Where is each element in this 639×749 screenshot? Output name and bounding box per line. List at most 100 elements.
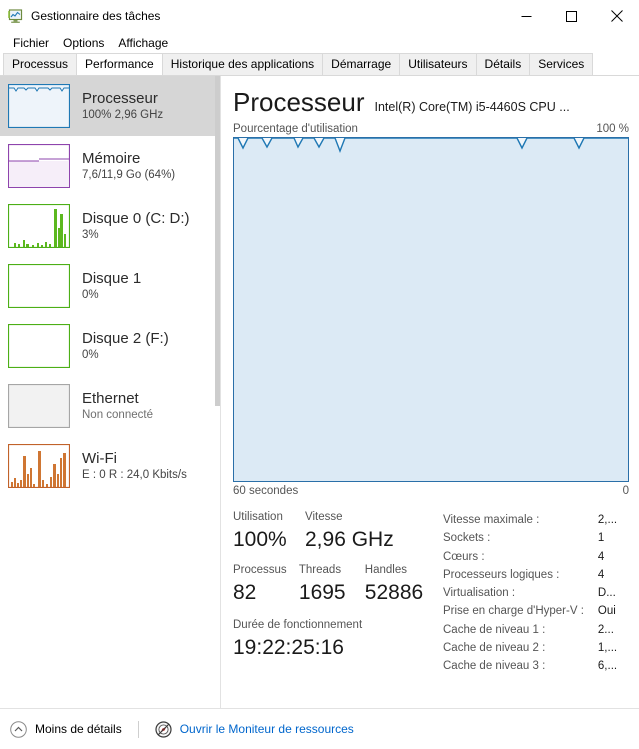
close-button[interactable] (594, 0, 639, 32)
page-title: Processeur (233, 87, 365, 117)
sidebar-item-texts: Ethernet Non connecté (82, 389, 153, 423)
spec-row: Sockets : 1 (443, 529, 630, 547)
stat-vitesse: Vitesse 2,96 GHz (305, 509, 425, 554)
stats-row-counts: Processus 82 Threads 1695 Handles 52886 (233, 562, 438, 607)
menu-item-affichage[interactable]: Affichage (111, 34, 175, 52)
stat-label: Handles (364, 564, 407, 576)
tab-services[interactable]: Services (529, 53, 594, 75)
sidebar-item-sub: E : 0 R : 24,0 Kbits/s (82, 469, 187, 481)
disk2-thumbnail-icon (8, 324, 70, 368)
stat-processus: Processus 82 (233, 562, 299, 607)
sidebar-scrollbar[interactable] (215, 76, 220, 708)
spec-value: 2,... (597, 514, 618, 526)
content-area: Processeur 100% 2,96 GHz Mémoire 7,6/11,… (0, 76, 639, 708)
statusbar-divider (137, 720, 139, 738)
sidebar-item-sub: 0% (82, 349, 99, 361)
titlebar: Gestionnaire des tâches (0, 0, 639, 32)
disk1-thumbnail-icon (8, 264, 70, 308)
resource-monitor-icon[interactable] (155, 720, 172, 738)
sidebar-item-sub: 7,6/11,9 Go (64%) (82, 169, 176, 181)
chevron-up-circle-icon[interactable] (10, 720, 27, 738)
spec-row: Prise en charge d'Hyper-V : Oui (443, 602, 630, 620)
stat-threads: Threads 1695 (299, 562, 365, 607)
sidebar-item-memoire[interactable]: Mémoire 7,6/11,9 Go (64%) (0, 136, 220, 196)
sidebar-item-wifi[interactable]: Wi-Fi E : 0 R : 24,0 Kbits/s (0, 436, 220, 496)
stat-uptime: Durée de fonctionnement 19:22:25:16 (233, 617, 438, 662)
open-resource-monitor-link[interactable]: Ouvrir le Moniteur de ressources (180, 722, 354, 736)
cpu-usage-graph (233, 137, 629, 482)
stats-row-usage: Utilisation 100% Vitesse 2,96 GHz (233, 509, 438, 554)
tab-details[interactable]: Détails (475, 53, 531, 75)
cpu-thumbnail-icon (8, 84, 70, 128)
sidebar-item-disque-0[interactable]: Disque 0 (C: D:) 3% (0, 196, 220, 256)
tab-utilisateurs[interactable]: Utilisateurs (399, 53, 477, 75)
stat-value: 1695 (298, 581, 346, 604)
stat-label: Durée de fonctionnement (233, 619, 363, 631)
sidebar-item-sub: 3% (82, 229, 99, 241)
wifi-thumbnail-icon (8, 444, 70, 488)
spec-value: 6,... (597, 660, 618, 673)
sidebar-item-sub: Non connecté (82, 409, 153, 421)
resource-sidebar: Processeur 100% 2,96 GHz Mémoire 7,6/11,… (0, 76, 221, 708)
stat-value: 19:22:25:16 (233, 636, 344, 659)
spec-value: 1 (597, 532, 605, 545)
stat-label: Processus (233, 564, 287, 576)
maximize-button[interactable] (549, 0, 594, 32)
toggle-details-label[interactable]: Moins de détails (35, 722, 122, 736)
tab-processus[interactable]: Processus (3, 53, 78, 75)
tab-demarrage[interactable]: Démarrage (322, 53, 401, 75)
graph-axis-label: Pourcentage d'utilisation (233, 123, 358, 135)
menu-item-options[interactable]: Options (56, 34, 111, 52)
sidebar-scrollbar-thumb[interactable] (215, 76, 220, 406)
menu-item-fichier[interactable]: Fichier (6, 34, 56, 52)
tab-historique-applications[interactable]: Historique des applications (161, 53, 324, 75)
spec-row: Cache de niveau 1 : 2... (443, 621, 630, 639)
sidebar-item-texts: Disque 0 (C: D:) 3% (82, 209, 190, 243)
stat-value: 82 (233, 581, 257, 604)
sidebar-item-title: Disque 2 (F:) (82, 330, 169, 347)
spec-label: Vitesse maximale : (443, 514, 540, 526)
graph-time-span-label: 60 secondes (233, 485, 299, 497)
spec-label: Cache de niveau 3 : (443, 660, 546, 673)
cpu-model-label: Intel(R) Core(TM) i5-4460S CPU ... (374, 100, 570, 114)
sidebar-item-texts: Wi-Fi E : 0 R : 24,0 Kbits/s (82, 449, 187, 483)
sidebar-item-title: Mémoire (82, 150, 141, 167)
stat-utilisation: Utilisation 100% (233, 509, 305, 554)
sidebar-item-title: Wi-Fi (82, 450, 117, 467)
tab-performance[interactable]: Performance (76, 53, 163, 75)
stats-area: Utilisation 100% Vitesse 2,96 GHz Proces… (233, 509, 629, 676)
minimize-button[interactable] (504, 0, 549, 32)
sidebar-item-processeur[interactable]: Processeur 100% 2,96 GHz (0, 76, 220, 136)
sidebar-item-ethernet[interactable]: Ethernet Non connecté (0, 376, 220, 436)
stat-value: 100% (233, 528, 287, 551)
spec-label: Prise en charge d'Hyper-V : (443, 605, 584, 618)
cpu-specs-list: Vitesse maximale : 2,... Sockets : 1 Cœu… (438, 509, 630, 676)
window-title: Gestionnaire des tâches (31, 9, 161, 23)
spec-row: Processeurs logiques : 4 (443, 566, 630, 584)
spec-value: Oui (597, 605, 616, 618)
spec-label: Virtualisation : (443, 587, 516, 600)
sidebar-item-texts: Mémoire 7,6/11,9 Go (64%) (82, 149, 175, 183)
cpu-usage-trace (234, 138, 628, 481)
sidebar-item-title: Ethernet (82, 390, 139, 407)
ethernet-thumbnail-icon (8, 384, 70, 428)
spec-value: 1,... (597, 642, 618, 655)
statusbar: Moins de détails Ouvrir le Moniteur de r… (0, 708, 639, 749)
sidebar-item-disque-1[interactable]: Disque 1 0% (0, 256, 220, 316)
sidebar-item-disque-2[interactable]: Disque 2 (F:) 0% (0, 316, 220, 376)
graph-time-zero-label: 0 (622, 485, 629, 497)
stat-label: Threads (298, 564, 342, 576)
spec-row: Virtualisation : D... (443, 584, 630, 602)
memory-thumbnail-icon (8, 144, 70, 188)
sidebar-item-title: Processeur (82, 90, 158, 107)
spec-label: Cache de niveau 2 : (443, 642, 546, 655)
sidebar-item-title: Disque 1 (82, 270, 142, 287)
sidebar-item-sub: 0% (82, 289, 99, 301)
menubar: Fichier Options Affichage (0, 32, 639, 54)
task-manager-icon (7, 8, 24, 25)
sidebar-item-sub: 100% 2,96 GHz (82, 109, 164, 121)
sidebar-item-texts: Disque 2 (F:) 0% (82, 329, 169, 363)
spec-value: 4 (597, 568, 605, 581)
disk0-thumbnail-icon (8, 204, 70, 248)
tabstrip: Processus Performance Historique des app… (0, 53, 639, 76)
